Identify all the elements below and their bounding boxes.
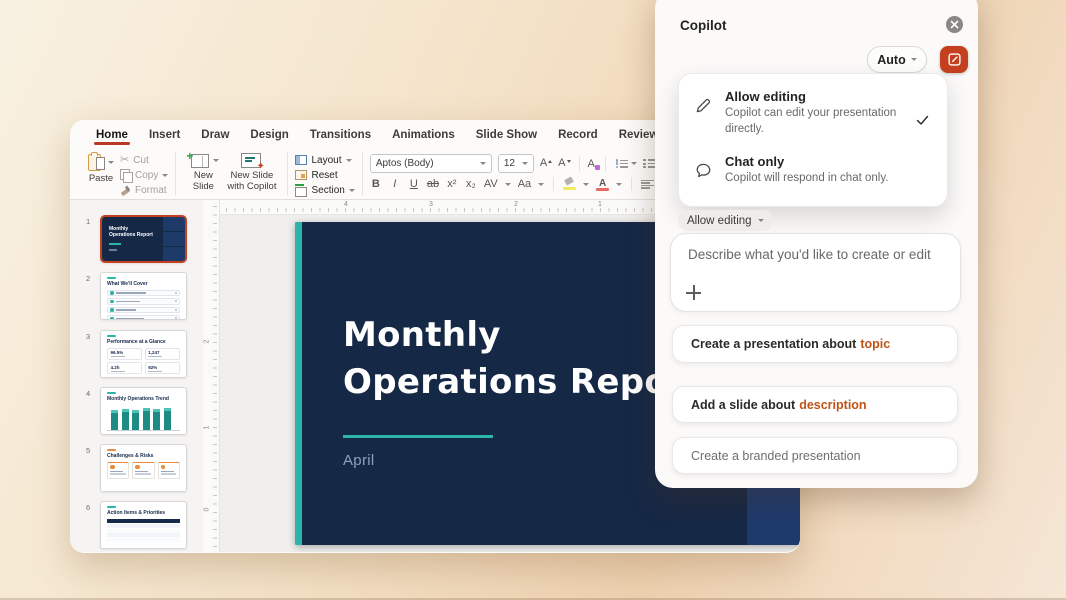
font-name-select[interactable]: Aptos (Body)	[370, 154, 492, 173]
slide-title[interactable]: Monthly Operations Report	[343, 312, 702, 406]
vertical-ruler: 2 1 0	[203, 200, 220, 552]
thumbnail-slide-1[interactable]: 1 Monthly Operations Report	[100, 215, 187, 263]
character-spacing-button[interactable]: AV	[484, 178, 498, 190]
slide-subtitle[interactable]: April	[343, 452, 375, 469]
tab-review[interactable]: Review	[619, 129, 659, 147]
change-case-button[interactable]: Aa	[518, 178, 531, 190]
tab-animations[interactable]: Animations	[392, 129, 455, 147]
increase-font-button[interactable]: A	[540, 158, 552, 169]
chevron-down-icon	[538, 183, 544, 186]
copilot-panel: Copilot Auto Allow editing Copilot can e…	[655, 0, 978, 488]
format-painter-icon	[120, 185, 131, 196]
chat-bubble-icon	[695, 162, 712, 179]
italic-button[interactable]: I	[389, 178, 401, 190]
chevron-down-icon	[631, 162, 637, 165]
chevron-down-icon	[349, 189, 355, 192]
subscript-button[interactable]: x₂	[465, 178, 477, 190]
strikethrough-button[interactable]: ab	[427, 178, 439, 190]
copilot-mode-menu: Allow editing Copilot can edit your pres…	[678, 73, 948, 207]
chevron-down-icon	[583, 183, 589, 186]
plus-icon[interactable]	[686, 285, 701, 300]
chevron-down-icon	[346, 159, 352, 162]
tab-design[interactable]: Design	[250, 129, 288, 147]
section-icon	[295, 187, 307, 197]
tab-transitions[interactable]: Transitions	[310, 129, 371, 147]
chevron-down-icon	[505, 183, 511, 186]
copy-button[interactable]: Copy	[120, 169, 168, 181]
decrease-font-button[interactable]: A	[558, 158, 570, 169]
compose-icon	[948, 53, 961, 66]
tab-slide-show[interactable]: Slide Show	[476, 129, 537, 147]
close-icon	[950, 20, 959, 29]
copilot-title: Copilot	[680, 18, 727, 33]
chevron-down-icon	[480, 162, 486, 165]
chevron-down-icon	[108, 161, 114, 164]
reset-icon	[295, 170, 307, 180]
font-color-button[interactable]: A	[596, 178, 609, 190]
suggestion-create-presentation[interactable]: Create a presentation about topic	[672, 325, 958, 363]
menu-item-allow-editing[interactable]: Allow editing Copilot can edit your pres…	[693, 87, 933, 139]
font-size-select[interactable]: 12	[498, 154, 534, 173]
chevron-down-icon	[522, 162, 528, 165]
new-slide-icon: +	[187, 152, 209, 169]
thumbnail-slide-6[interactable]: 6 Action Items & Priorities	[100, 501, 187, 549]
thumbnail-slide-5[interactable]: 5 Challenges & Risks	[100, 444, 187, 492]
new-slide-copilot-icon: ✦	[241, 152, 263, 169]
chevron-down-icon	[758, 219, 764, 222]
thumbnail-slide-2[interactable]: 2 What We'll Cover	[100, 272, 187, 320]
cut-icon: ✂	[120, 155, 129, 166]
suggestion-add-slide[interactable]: Add a slide about description	[672, 386, 958, 423]
layout-icon	[295, 155, 307, 165]
new-slide-button[interactable]: + NewSlide	[183, 150, 223, 197]
numbered-list-icon	[643, 158, 656, 169]
chevron-down-icon	[162, 174, 168, 177]
tab-draw[interactable]: Draw	[201, 129, 229, 147]
close-button[interactable]	[946, 16, 963, 33]
prompt-placeholder: Describe what you'd like to create or ed…	[688, 247, 943, 262]
thumbnail-slide-4[interactable]: 4 Monthly Operations Trend	[100, 387, 187, 435]
bold-button[interactable]: B	[370, 178, 382, 190]
clear-formatting-button[interactable]: A	[588, 158, 595, 170]
suggestion-branded-presentation[interactable]: Create a branded presentation	[672, 437, 958, 474]
slide-thumbnail-pane[interactable]: 1 Monthly Operations Report 2 What We'll…	[70, 200, 203, 552]
superscript-button[interactable]: x²	[446, 178, 458, 190]
chevron-down-icon	[616, 183, 622, 186]
mode-chip-allow-editing[interactable]: Allow editing	[678, 210, 773, 231]
new-slide-with-copilot-button[interactable]: ✦ New Slidewith Copilot	[223, 150, 280, 197]
layout-button[interactable]: Layout	[295, 154, 354, 166]
prompt-input[interactable]: Describe what you'd like to create or ed…	[670, 233, 961, 312]
checkmark-icon	[916, 113, 929, 131]
pencil-icon	[695, 97, 712, 114]
slide-title-underline	[343, 435, 493, 438]
highlight-color-button[interactable]	[563, 178, 576, 190]
tab-insert[interactable]: Insert	[149, 129, 180, 147]
paste-button[interactable]: Paste	[82, 150, 120, 197]
auto-dropdown[interactable]: Auto	[867, 46, 927, 73]
tab-record[interactable]: Record	[558, 129, 598, 147]
bullet-list-icon	[616, 158, 629, 169]
paste-icon	[88, 152, 105, 172]
compose-button[interactable]	[940, 46, 968, 73]
align-left-button[interactable]	[641, 179, 654, 190]
format-painter-button[interactable]: Format	[120, 185, 168, 197]
menu-item-chat-only[interactable]: Chat only Copilot will respond in chat o…	[693, 152, 933, 189]
tab-home[interactable]: Home	[96, 129, 128, 147]
chevron-down-icon	[911, 58, 917, 61]
section-button[interactable]: Section	[295, 185, 354, 197]
cut-button[interactable]: ✂ Cut	[120, 154, 168, 166]
thumbnail-slide-3[interactable]: 3 Performance at a Glance 96.5% 1,247 4.…	[100, 330, 187, 378]
copy-icon	[120, 169, 131, 181]
chevron-down-icon	[213, 159, 219, 162]
reset-button[interactable]: Reset	[295, 169, 354, 181]
slide-accent-bar	[295, 222, 302, 545]
bullet-list-button[interactable]	[616, 158, 637, 169]
underline-button[interactable]: U	[408, 178, 420, 190]
